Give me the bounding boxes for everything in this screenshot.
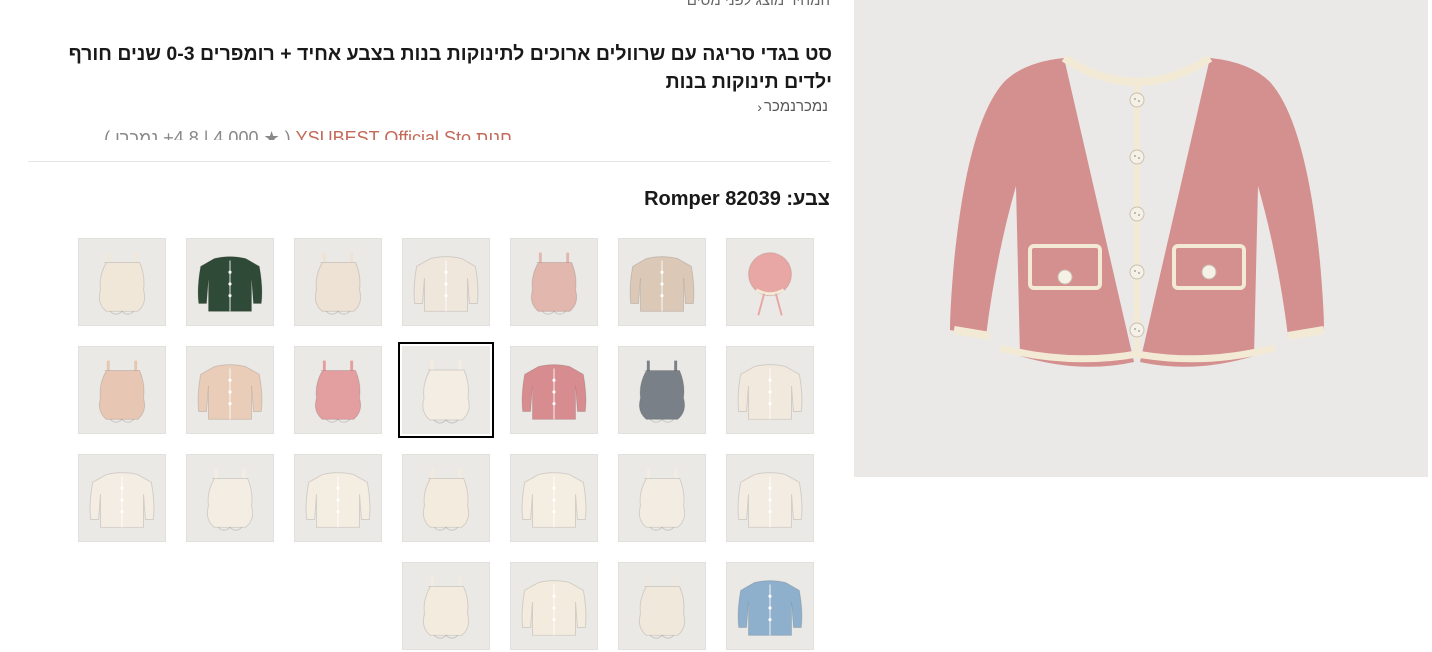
variant-thumbnail[interactable] — [726, 454, 814, 542]
variant-thumbnail[interactable] — [78, 346, 166, 434]
variant-thumbnail[interactable] — [618, 454, 706, 542]
variant-thumbnail[interactable] — [618, 562, 706, 650]
variant-thumbnail[interactable] — [294, 454, 382, 542]
price-note: המחיר מוצג לפני מסים — [686, 0, 830, 9]
variant-thumbnail[interactable] — [726, 346, 814, 434]
variant-thumbnail[interactable] — [510, 346, 598, 434]
brand-label: נמכרנמכר — [763, 98, 828, 115]
variant-thumbnail[interactable] — [726, 238, 814, 326]
variant-thumbnail[interactable] — [726, 562, 814, 650]
main-product-image[interactable] — [854, 0, 1428, 477]
variant-thumbnail[interactable] — [186, 238, 274, 326]
variant-thumbnail[interactable] — [78, 238, 166, 326]
variant-thumbnail[interactable] — [510, 562, 598, 650]
brand-link[interactable]: נמכרנמכר ‹ — [757, 98, 828, 115]
divider — [28, 161, 830, 162]
variant-thumbnail[interactable] — [186, 346, 274, 434]
variant-thumbnail[interactable] — [402, 562, 490, 650]
variant-thumbnail[interactable] — [398, 342, 494, 438]
store-row[interactable]: חנות YSUBEST Official Sto ( ★ 4.8 | 4,00… — [28, 128, 512, 140]
variant-thumbnail[interactable] — [402, 454, 490, 542]
variant-thumbnail[interactable] — [78, 454, 166, 542]
chevron-left-icon: ‹ — [757, 98, 762, 115]
variant-thumbnail[interactable] — [510, 454, 598, 542]
rating-summary: ( ★ 4.8 | 4,000+ נמכרו ) — [104, 128, 291, 140]
product-title: סט בגדי סריגה עם שרוולים ארוכים לתינוקות… — [68, 43, 832, 93]
variant-thumbnail[interactable] — [186, 454, 274, 542]
selected-color-label: צבע: Romper 82039 — [644, 188, 830, 210]
variant-thumbnail[interactable] — [618, 238, 706, 326]
variant-thumbnail[interactable] — [510, 238, 598, 326]
variant-thumbnail[interactable] — [294, 346, 382, 434]
cardigan-illustration — [854, 0, 1428, 477]
variant-thumbnail[interactable] — [402, 238, 490, 326]
variant-thumbnail[interactable] — [294, 238, 382, 326]
variant-thumbnail[interactable] — [618, 346, 706, 434]
store-name[interactable]: חנות YSUBEST Official Sto — [296, 128, 512, 140]
